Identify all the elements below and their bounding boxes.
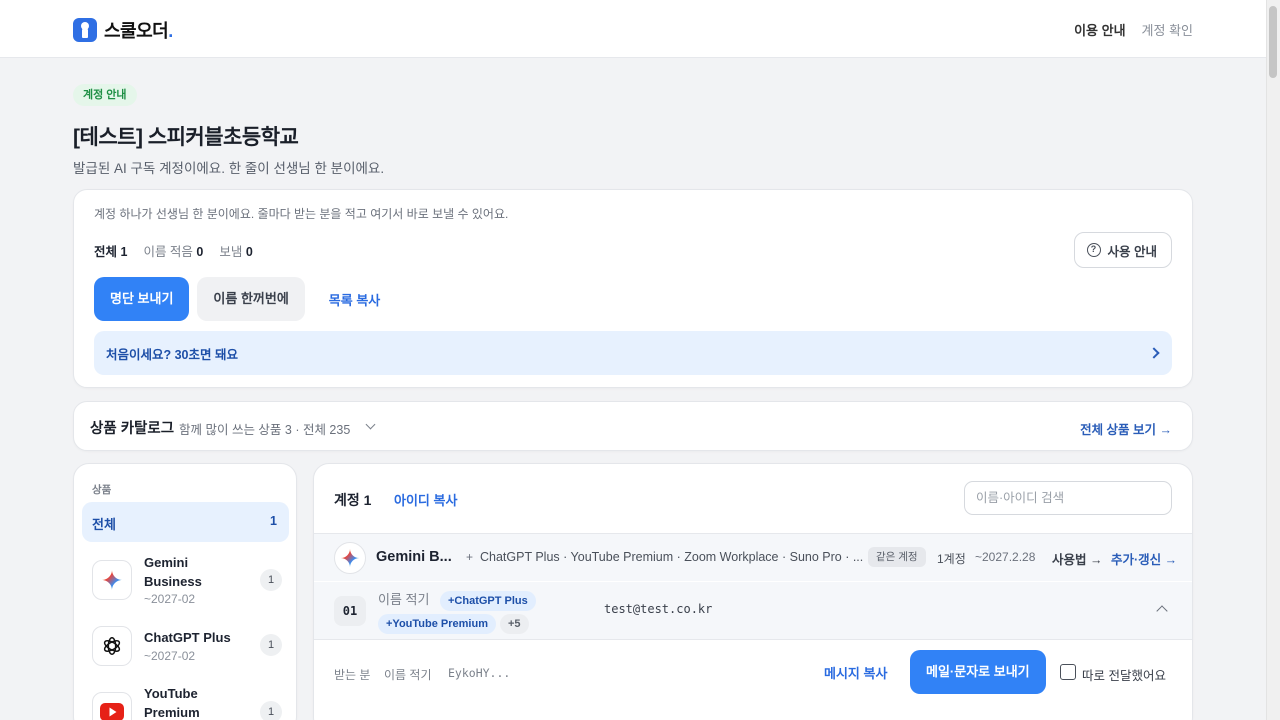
- nav-guide-link[interactable]: 이용 안내: [1074, 20, 1125, 39]
- copy-ids-button[interactable]: 아이디 복사: [394, 490, 457, 509]
- tag-youtube-premium: +YouTube Premium: [378, 614, 496, 634]
- send-section: 받는 분 이름 적기 EykoHY... 메시지 복사 메일·문자로 보내기 따…: [314, 641, 1192, 720]
- keyhole-logo-icon: [73, 18, 97, 42]
- scrollbar-thumb[interactable]: [1269, 6, 1277, 78]
- product-sidebar: 상품 전체 1 Gemini Business ~2027-02 1 ChatG…: [73, 463, 297, 720]
- onboarding-banner-text: 처음이세요? 30초면 돼요: [106, 347, 238, 362]
- account-guide-badge: 계정 안내: [73, 84, 137, 106]
- sidebar-item-count: 1: [260, 701, 282, 720]
- top-navigation-bar: 스쿨오더. 이용 안내 계정 확인: [0, 0, 1266, 58]
- summary-card: 계정 하나가 선생님 한 분이에요. 줄마다 받는 분을 적고 여기서 바로 보…: [73, 189, 1193, 388]
- account-count: 1계정: [937, 552, 966, 566]
- row-number: 01: [334, 596, 366, 626]
- summary-description: 계정 하나가 선생님 한 분이에요. 줄마다 받는 분을 적고 여기서 바로 보…: [94, 207, 509, 221]
- same-account-badge: 같은 계정: [868, 547, 926, 567]
- sidebar-item-youtube-premium[interactable]: YouTube Premium 1: [92, 686, 282, 720]
- brand-name: 스쿨오더: [104, 21, 169, 41]
- account-panel: 계정 1 아이디 복사 Gemini B... + ChatGPT Plus ·…: [313, 463, 1193, 720]
- delivered-separately-checkbox[interactable]: [1060, 664, 1076, 680]
- youtube-icon: [92, 692, 132, 720]
- plus-sign: +: [466, 550, 474, 564]
- expiry-date: ~2027.2.28: [975, 550, 1036, 564]
- search-input[interactable]: [964, 481, 1172, 515]
- chevron-right-icon: [1148, 347, 1160, 359]
- sidebar-item-label: 전체: [92, 517, 116, 532]
- summary-actions: 명단 보내기 이름 한꺼번에 목록 복사: [94, 277, 396, 321]
- bulk-names-button[interactable]: 이름 한꺼번에: [197, 277, 305, 321]
- product-catalog-bar: 상품 카탈로그 함께 많이 쓰는 상품 3 · 전체 235 전체 상품 보기 …: [73, 401, 1193, 451]
- account-row[interactable]: 01 이름 적기 +ChatGPT Plus +YouTube Premium …: [314, 582, 1192, 640]
- credential-snippet: EykoHY...: [448, 666, 511, 680]
- brand-logo[interactable]: 스쿨오더.: [73, 17, 173, 43]
- sidebar-item-label: Gemini Business: [144, 555, 202, 589]
- nav-account-check-link[interactable]: 계정 확인: [1142, 20, 1193, 39]
- sidebar-item-label: YouTube Premium: [144, 686, 200, 720]
- usage-guide-button[interactable]: ? 사용 안내: [1073, 232, 1172, 268]
- catalog-subtitle: 함께 많이 쓰는 상품 3 · 전체 235: [179, 423, 351, 437]
- catalog-title: 상품 카탈로그: [90, 421, 175, 437]
- name-input-placeholder[interactable]: 이름 적기: [378, 589, 429, 608]
- send-roster-button[interactable]: 명단 보내기: [94, 277, 190, 321]
- sidebar-item-date: ~2027-02: [144, 592, 196, 606]
- chevron-down-icon[interactable]: [365, 419, 376, 430]
- usage-guide-label: 사용 안내: [1107, 244, 1157, 259]
- sidebar-item-count: 1: [260, 634, 282, 656]
- page-title: [테스트] 스피커블초등학교: [73, 126, 299, 149]
- recipient-name-placeholder[interactable]: 이름 적기: [384, 666, 432, 683]
- sidebar-item-count: 1: [270, 514, 277, 528]
- account-group-title: 계정 1: [334, 492, 372, 508]
- stat-total: 전체 1: [94, 245, 128, 259]
- gemini-icon: [92, 560, 132, 600]
- brand-dot: .: [168, 21, 173, 41]
- copy-list-button[interactable]: 목록 복사: [313, 290, 396, 309]
- product-row: Gemini B... + ChatGPT Plus · YouTube Pre…: [314, 533, 1192, 581]
- stat-sent: 보냄 0: [219, 245, 253, 259]
- tag-more-count[interactable]: +5: [500, 614, 529, 634]
- sidebar-item-date: ~2027-02: [144, 649, 196, 663]
- page-scrollbar[interactable]: [1266, 0, 1280, 720]
- summary-stats: 전체 1 이름 적음 0 보냄 0: [94, 241, 253, 260]
- add-renew-link[interactable]: 추가·갱신 →: [1111, 549, 1177, 568]
- view-all-products-link[interactable]: 전체 상품 보기 →: [1080, 419, 1172, 438]
- sidebar-item-count: 1: [260, 569, 282, 591]
- chatgpt-icon: [92, 626, 132, 666]
- chevron-up-icon[interactable]: [1156, 605, 1168, 617]
- sidebar-item-chatgpt-plus[interactable]: ChatGPT Plus ~2027-02 1: [92, 626, 282, 674]
- copy-message-button[interactable]: 메시지 복사: [824, 663, 887, 682]
- tag-chatgpt-plus: +ChatGPT Plus: [440, 591, 536, 611]
- recipient-label: 받는 분: [334, 668, 371, 682]
- page-subtitle: 발급된 AI 구독 계정이에요. 한 줄이 선생님 한 분이에요.: [73, 161, 385, 176]
- onboarding-banner[interactable]: 처음이세요? 30초면 돼요: [94, 331, 1172, 375]
- sidebar-item-all[interactable]: 전체 1: [82, 502, 289, 542]
- product-name: Gemini B...: [376, 549, 452, 565]
- account-id: test@test.co.kr: [604, 602, 713, 616]
- bundled-products: ChatGPT Plus · YouTube Premium · Zoom Wo…: [480, 550, 864, 564]
- usage-link[interactable]: 사용법 →: [1052, 549, 1102, 568]
- delivered-separately-label: 따로 전달했어요: [1082, 669, 1166, 683]
- top-nav-links: 이용 안내 계정 확인: [1074, 20, 1193, 39]
- question-circle-icon: ?: [1086, 243, 1101, 257]
- send-email-sms-button[interactable]: 메일·문자로 보내기: [910, 650, 1046, 694]
- sidebar-label: 상품: [92, 484, 112, 496]
- stat-named: 이름 적음 0: [143, 245, 204, 259]
- gemini-icon: [334, 542, 366, 574]
- sidebar-item-label: ChatGPT Plus: [144, 630, 231, 645]
- sidebar-item-gemini-business[interactable]: Gemini Business ~2027-02 1: [92, 555, 282, 608]
